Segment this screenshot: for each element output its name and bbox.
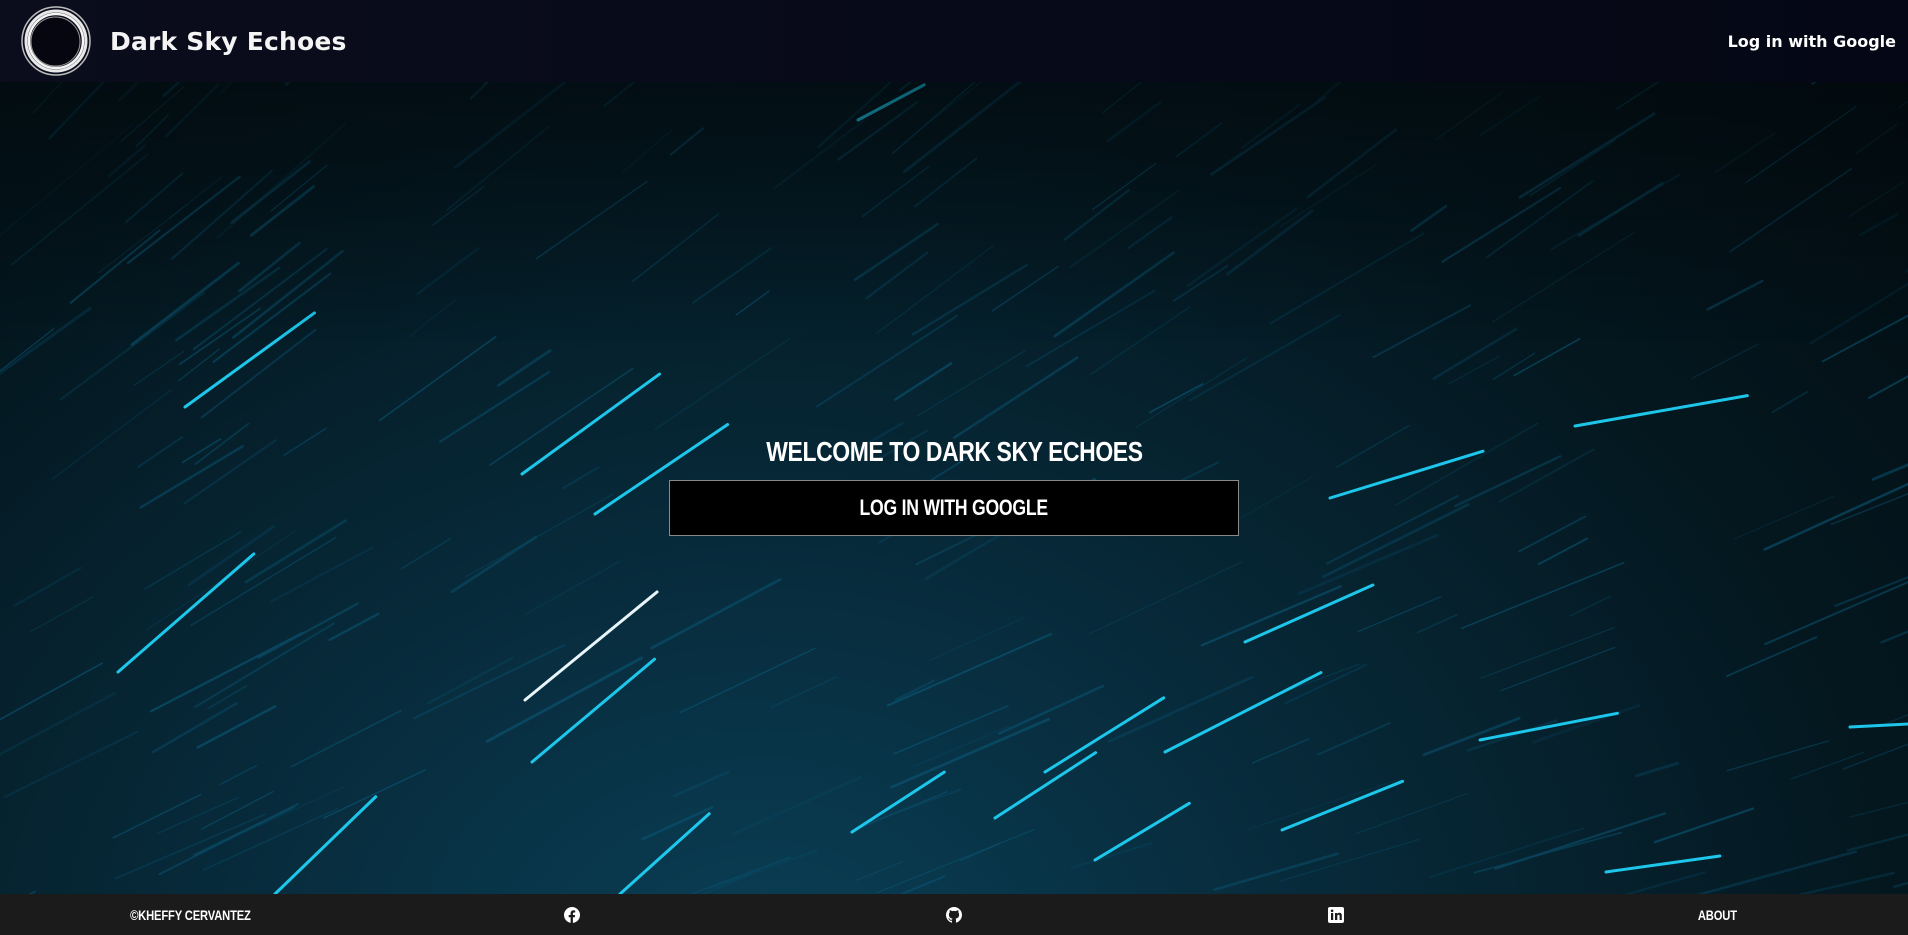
facebook-icon [564,906,581,923]
site-header: Dark Sky Echoes Log in with Google [0,0,1908,82]
welcome-heading: Welcome to Dark Sky Echoes [765,436,1143,467]
brand-title: Dark Sky Echoes [110,26,347,56]
site-footer: ©Kheffy Cervantez About [0,894,1908,935]
facebook-link[interactable] [564,906,581,923]
copyright-text: ©Kheffy Cervantez [130,906,252,923]
about-link[interactable]: About [1698,907,1737,923]
hero-content: Welcome to Dark Sky Echoes Log in with G… [0,82,1908,894]
linkedin-icon [1327,906,1344,923]
google-login-button[interactable]: Log in with Google [669,480,1239,536]
linkedin-link[interactable] [1327,906,1344,923]
google-login-label: Log in with Google [859,495,1049,520]
github-icon [945,906,962,923]
circle-logo-icon[interactable] [20,5,92,77]
hero-section: Welcome to Dark Sky Echoes Log in with G… [0,82,1908,894]
brand[interactable]: Dark Sky Echoes [0,5,347,77]
github-link[interactable] [945,906,962,923]
header-login-button[interactable]: Log in with Google [1728,32,1896,51]
